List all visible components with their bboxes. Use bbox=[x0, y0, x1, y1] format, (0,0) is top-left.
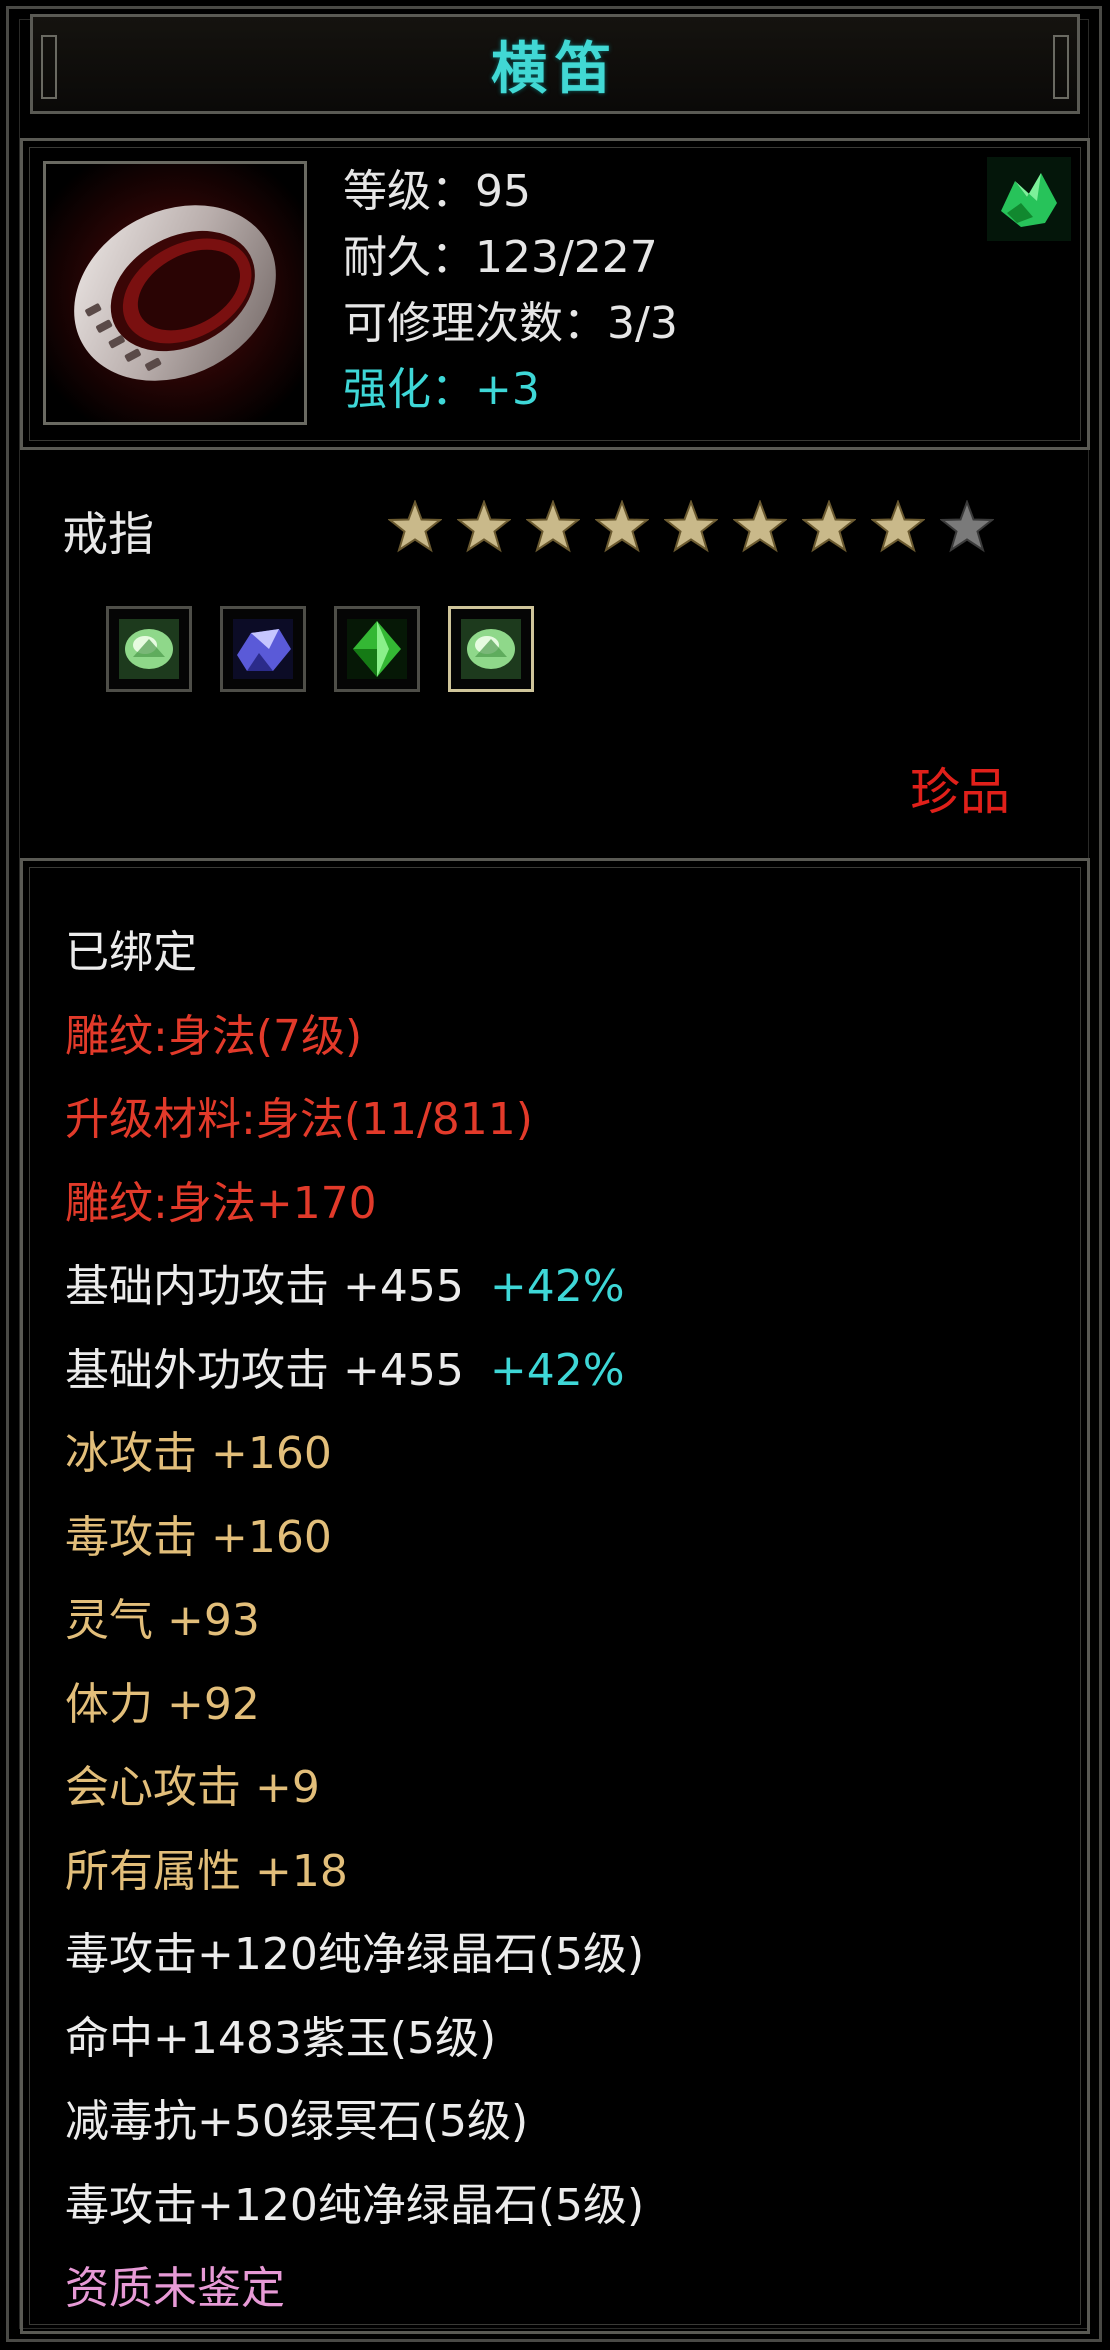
attribute-line: 基础外功攻击 +455 +42% bbox=[65, 1329, 644, 1413]
star-filled-icon bbox=[388, 500, 442, 553]
attribute-text: 升级材料:身法(11/811) bbox=[65, 1094, 533, 1145]
item-type: 戒指 bbox=[62, 507, 154, 561]
star-filled-icon bbox=[871, 500, 925, 553]
star-filled-icon bbox=[664, 500, 718, 553]
attribute-line: 命中+1483紫玉(5级) bbox=[65, 1997, 644, 2081]
gem-slots bbox=[106, 606, 562, 692]
attribute-text: 已绑定 bbox=[65, 927, 197, 978]
star-filled-icon bbox=[802, 500, 856, 553]
gem-slot-4[interactable] bbox=[448, 606, 534, 692]
attribute-text: 会心攻击 +9 bbox=[65, 1762, 320, 1813]
item-header: 等级：95 耐久：123/227 可修理次数：3/3 强化：+3 bbox=[20, 138, 1090, 450]
attribute-line: 减毒抗+50绿冥石(5级) bbox=[65, 2080, 644, 2164]
item-name: 横笛 bbox=[491, 35, 619, 102]
attribute-line: 冰攻击 +160 bbox=[65, 1412, 644, 1496]
gem-slot-3[interactable] bbox=[334, 606, 420, 692]
attribute-text: 毒攻击 +160 bbox=[65, 1511, 332, 1563]
green-gem-icon bbox=[347, 619, 407, 679]
attribute-bonus: +42% bbox=[489, 1344, 625, 1396]
attribute-text: 资质未鉴定 bbox=[65, 2263, 285, 2314]
attribute-text: 雕纹:身法+170 bbox=[65, 1177, 377, 1229]
attribute-line: 所有属性 +18 bbox=[65, 1830, 644, 1914]
attribute-bonus: +42% bbox=[489, 1261, 625, 1312]
attribute-line: 毒攻击 +160 bbox=[65, 1496, 644, 1580]
attribute-list: 已绑定雕纹:身法(7级) 升级材料:身法(11/811) 雕纹:身法+170 基础内功… bbox=[65, 911, 644, 2331]
attribute-text: 冰攻击 +160 bbox=[65, 1428, 332, 1479]
pale-green-gem-icon bbox=[119, 619, 179, 679]
enhance-stat: 强化：+3 bbox=[343, 364, 540, 415]
attribute-line: 灵气 +93 bbox=[65, 1579, 644, 1663]
pale-green-gem-icon bbox=[461, 619, 521, 679]
attributes-panel: 已绑定雕纹:身法(7级) 升级材料:身法(11/811) 雕纹:身法+170 基础内功… bbox=[20, 858, 1090, 2334]
attribute-text: 雕纹:身法(7级) bbox=[65, 1010, 363, 1062]
level-stat: 等级：95 bbox=[343, 166, 531, 217]
attribute-text: 体力 +92 bbox=[65, 1678, 260, 1730]
attribute-text: 毒攻击+120纯净绿晶石(5级) bbox=[65, 2179, 645, 2231]
gem-slot-1[interactable] bbox=[106, 606, 192, 692]
star-filled-icon bbox=[595, 500, 649, 553]
star-filled-icon bbox=[733, 500, 787, 553]
title-bar: 横笛 bbox=[30, 14, 1080, 114]
attribute-text: 毒攻击+120纯净绿晶石(5级) bbox=[65, 1929, 645, 1980]
star-filled-icon bbox=[526, 500, 580, 553]
attribute-line: 毒攻击+120纯净绿晶石(5级) bbox=[65, 2164, 644, 2248]
attribute-line: 雕纹:身法(7级) bbox=[65, 995, 644, 1079]
ring-icon bbox=[43, 161, 307, 425]
purple-gem-icon bbox=[233, 619, 293, 679]
attribute-line: 资质未鉴定 bbox=[65, 2247, 644, 2331]
attribute-text: 命中+1483紫玉(5级) bbox=[65, 2012, 497, 2064]
rarity-label: 珍品 bbox=[910, 763, 1010, 821]
attribute-text: 灵气 +93 bbox=[65, 1595, 260, 1646]
star-empty-icon bbox=[940, 500, 994, 553]
attribute-text: 基础内功攻击 +455 bbox=[65, 1261, 464, 1312]
repair-count-stat: 可修理次数：3/3 bbox=[343, 298, 678, 349]
attribute-line: 会心攻击 +9 bbox=[65, 1746, 644, 1830]
star-rating bbox=[388, 500, 1009, 554]
star-filled-icon bbox=[457, 500, 511, 553]
attribute-line: 雕纹:身法+170 bbox=[65, 1162, 644, 1246]
attribute-text: 基础外功攻击 +455 bbox=[65, 1344, 464, 1396]
attribute-line: 基础内功攻击 +455 +42% bbox=[65, 1245, 644, 1329]
attribute-line: 升级材料:身法(11/811) bbox=[65, 1078, 644, 1162]
durability-stat: 耐久：123/227 bbox=[343, 232, 658, 283]
attribute-line: 体力 +92 bbox=[65, 1663, 644, 1747]
green-crystal-icon bbox=[987, 157, 1071, 241]
attribute-text: 所有属性 +18 bbox=[65, 1845, 348, 1897]
attribute-text: 减毒抗+50绿冥石(5级) bbox=[65, 2096, 529, 2147]
item-stats: 等级：95 耐久：123/227 可修理次数：3/3 强化：+3 bbox=[343, 159, 678, 423]
attribute-line: 毒攻击+120纯净绿晶石(5级) bbox=[65, 1913, 644, 1997]
attribute-line: 已绑定 bbox=[65, 911, 644, 995]
gem-slot-2[interactable] bbox=[220, 606, 306, 692]
